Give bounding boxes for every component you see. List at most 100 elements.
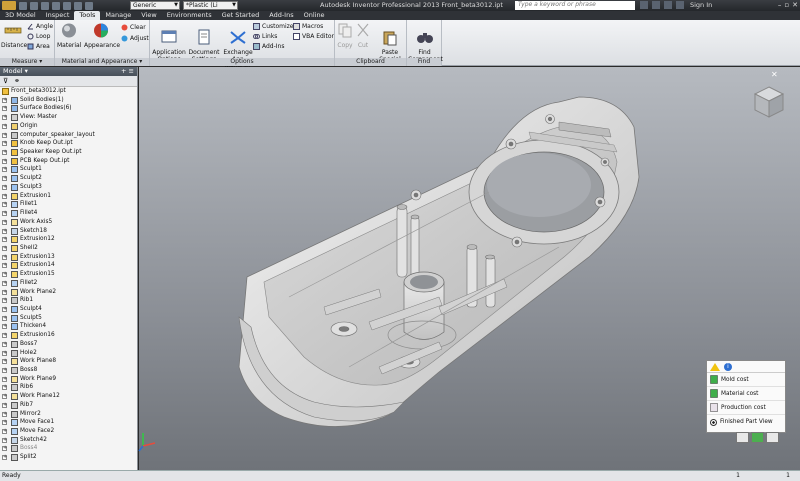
tree-node[interactable]: + Sculpt5 bbox=[0, 314, 137, 323]
expand-toggle-icon[interactable]: + bbox=[2, 280, 7, 286]
tree-node[interactable]: + Fillet2 bbox=[0, 279, 137, 288]
save-icon[interactable] bbox=[41, 1, 49, 10]
material-button[interactable]: Material bbox=[57, 22, 81, 49]
expand-toggle-icon[interactable]: + bbox=[2, 132, 7, 138]
star-icon[interactable] bbox=[664, 1, 672, 9]
distance-button[interactable]: Distance bbox=[1, 22, 27, 49]
tree-node[interactable]: + computer_speaker_layout bbox=[0, 131, 137, 140]
tree-node[interactable]: + Speaker Keep Out.ipt bbox=[0, 148, 137, 157]
undo-icon[interactable] bbox=[52, 1, 60, 10]
select-icon[interactable] bbox=[74, 1, 82, 10]
expand-toggle-icon[interactable]: + bbox=[2, 411, 7, 417]
tree-node[interactable]: + Origin bbox=[0, 122, 137, 131]
tree-node[interactable]: + Rib6 bbox=[0, 383, 137, 392]
vba-editor-button[interactable]: VBA Editor bbox=[293, 32, 334, 41]
appearance-combo[interactable]: Generic ▼ bbox=[130, 1, 180, 10]
expand-toggle-icon[interactable]: + bbox=[2, 184, 7, 190]
expand-toggle-icon[interactable]: + bbox=[2, 306, 7, 312]
expand-toggle-icon[interactable]: + bbox=[2, 315, 7, 321]
open-icon[interactable] bbox=[30, 1, 38, 10]
expand-toggle-icon[interactable]: + bbox=[2, 254, 7, 260]
expand-toggle-icon[interactable]: + bbox=[2, 289, 7, 295]
tab-view[interactable]: View bbox=[136, 11, 161, 20]
expand-toggle-icon[interactable]: + bbox=[2, 350, 7, 356]
customize-button[interactable]: Customize bbox=[253, 22, 294, 31]
expand-toggle-icon[interactable]: + bbox=[2, 394, 7, 400]
expand-toggle-icon[interactable]: + bbox=[2, 333, 7, 339]
filter-icon[interactable]: ⊽ bbox=[3, 77, 8, 85]
tree-node[interactable]: + Surface Bodies(6) bbox=[0, 104, 137, 113]
update-icon[interactable] bbox=[85, 1, 93, 10]
tree-node[interactable]: + Work Plane2 bbox=[0, 288, 137, 297]
expand-toggle-icon[interactable]: + bbox=[2, 263, 7, 269]
clear-button[interactable]: Clear bbox=[121, 23, 146, 32]
tab-inspect[interactable]: Inspect bbox=[41, 11, 75, 20]
new-icon[interactable] bbox=[19, 1, 27, 10]
tree-node[interactable]: + Work Plane9 bbox=[0, 375, 137, 384]
copy-button[interactable]: Copy bbox=[336, 22, 354, 49]
expand-toggle-icon[interactable]: + bbox=[2, 237, 7, 243]
expand-toggle-icon[interactable]: + bbox=[2, 193, 7, 199]
tree-node[interactable]: + PCB Keep Out.ipt bbox=[0, 157, 137, 166]
expand-toggle-icon[interactable]: + bbox=[2, 368, 7, 373]
tree-node[interactable]: + Extrusion15 bbox=[0, 270, 137, 279]
tree-node[interactable]: + Split2 bbox=[0, 453, 137, 462]
radio-selected-icon[interactable] bbox=[710, 418, 717, 426]
tree-node[interactable]: + Extrusion12 bbox=[0, 235, 137, 244]
add-ins-button[interactable]: Add-Ins bbox=[253, 42, 284, 51]
tree-node[interactable]: + Sketch18 bbox=[0, 227, 137, 236]
expand-toggle-icon[interactable]: + bbox=[2, 106, 7, 112]
expand-icon[interactable] bbox=[766, 432, 779, 443]
expand-toggle-icon[interactable]: + bbox=[2, 211, 7, 217]
tree-node[interactable]: + Sculpt3 bbox=[0, 183, 137, 192]
search-icon[interactable] bbox=[640, 1, 648, 9]
tree-node[interactable]: + Sketch42 bbox=[0, 436, 137, 445]
close-icon[interactable]: ✕ bbox=[792, 1, 798, 9]
status-green-icon[interactable] bbox=[751, 432, 764, 443]
expand-toggle-icon[interactable]: + bbox=[2, 385, 7, 391]
tree-node[interactable]: + Rib7 bbox=[0, 401, 137, 410]
expand-toggle-icon[interactable]: + bbox=[2, 202, 7, 208]
area-button[interactable]: Area bbox=[27, 42, 50, 51]
expand-toggle-icon[interactable]: + bbox=[2, 376, 7, 382]
tree-node[interactable]: + Rib1 bbox=[0, 296, 137, 305]
info-icon[interactable]: i bbox=[724, 362, 732, 371]
tree-node[interactable]: + Extrusion1 bbox=[0, 192, 137, 201]
graphics-viewport[interactable]: ✕ bbox=[139, 67, 800, 470]
tree-node[interactable]: + Extrusion16 bbox=[0, 331, 137, 340]
tab-environments[interactable]: Environments bbox=[162, 11, 217, 20]
expand-toggle-icon[interactable]: + bbox=[2, 437, 7, 443]
material-appearance-group-label[interactable]: Material and Appearance ▾ bbox=[55, 58, 149, 66]
warning-icon[interactable] bbox=[710, 362, 720, 371]
tree-node[interactable]: + Work Plane8 bbox=[0, 357, 137, 366]
panel-menu-icon[interactable]: ≡ bbox=[129, 67, 134, 75]
cut-button[interactable]: Cut bbox=[354, 22, 372, 49]
expand-toggle-icon[interactable]: + bbox=[2, 141, 7, 147]
material-combo[interactable]: *Plastic (Li ▼ bbox=[183, 1, 238, 10]
search-input[interactable]: Type a keyword or phrase bbox=[515, 1, 635, 10]
tab-manage[interactable]: Manage bbox=[100, 11, 136, 20]
tree-node[interactable]: + Solid Bodies(1) bbox=[0, 96, 137, 105]
expand-toggle-icon[interactable]: + bbox=[2, 158, 7, 164]
expand-toggle-icon[interactable]: + bbox=[2, 455, 7, 461]
tree-node[interactable]: + Extrusion14 bbox=[0, 261, 137, 270]
expand-toggle-icon[interactable]: + bbox=[2, 420, 7, 426]
close-icon[interactable]: ✕ bbox=[771, 70, 778, 79]
tab-get-started[interactable]: Get Started bbox=[217, 11, 265, 20]
expand-toggle-icon[interactable]: + bbox=[2, 176, 7, 182]
tree-node[interactable]: + Move Face2 bbox=[0, 427, 137, 436]
tree-node[interactable]: + View: Master bbox=[0, 113, 137, 122]
redo-icon[interactable] bbox=[63, 1, 71, 10]
tree-node[interactable]: + Move Face1 bbox=[0, 418, 137, 427]
tree-node[interactable]: + Work Axis5 bbox=[0, 218, 137, 227]
measure-group-label[interactable]: Measure ▾ bbox=[0, 58, 54, 66]
expand-toggle-icon[interactable]: + bbox=[2, 298, 7, 304]
tree-node[interactable]: + Boss7 bbox=[0, 340, 137, 349]
tab-tools[interactable]: Tools bbox=[74, 11, 101, 20]
mold-cost-row[interactable]: Mold cost bbox=[707, 373, 785, 387]
tree-node[interactable]: + Boss4 bbox=[0, 444, 137, 453]
tree-node[interactable]: + Sculpt2 bbox=[0, 174, 137, 183]
tree-node[interactable]: + Fillet1 bbox=[0, 200, 137, 209]
material-cost-row[interactable]: Material cost bbox=[707, 387, 785, 401]
loop-button[interactable]: Loop bbox=[27, 32, 50, 41]
